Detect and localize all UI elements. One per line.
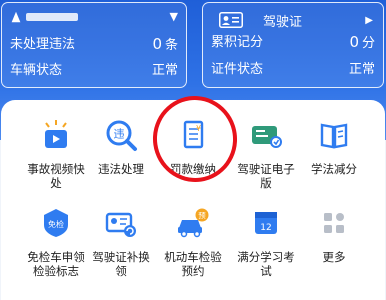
vehicle-status-row: 车辆状态 正常 (10, 61, 178, 81)
vehicle-violations-row[interactable]: 未处理违法 0条 (10, 35, 178, 55)
license-status-value: 正常 (348, 62, 375, 77)
more-grid-icon (324, 213, 344, 233)
service-e-license[interactable]: 驾驶证电子版 (236, 118, 296, 190)
service-accident-video[interactable]: 事故视频快处 (26, 118, 86, 190)
service-label: 学法减分 (311, 162, 357, 176)
car-plate-icon (11, 11, 21, 23)
service-label: 机动车检验预约 (164, 250, 222, 278)
plate-number-masked (26, 13, 78, 21)
camera-alarm-icon (45, 120, 67, 148)
svg-text:违: 违 (114, 128, 125, 141)
service-label: 免检车申领检验标志 (27, 250, 85, 278)
service-license-renewal[interactable]: 驾驶证补换领 (91, 206, 151, 278)
service-vehicle-inspection-booking[interactable]: 预 机动车检验预约 (163, 206, 223, 278)
vehicle-status-label: 车辆状态 (10, 63, 63, 78)
vehicle-inspection-icon: 预 (178, 208, 209, 238)
service-label: 违法处理 (98, 162, 144, 176)
svg-text:预: 预 (198, 210, 206, 220)
service-label: 驾驶证电子版 (237, 162, 295, 190)
violations-value: 0条 (152, 35, 178, 53)
vehicle-status-value: 正常 (151, 63, 178, 78)
svg-text:12: 12 (260, 223, 271, 233)
service-more[interactable]: 更多 (304, 206, 364, 264)
chevron-down-icon[interactable]: ▼ (170, 7, 178, 27)
violation-search-icon: 违 (106, 120, 137, 151)
points-label: 累积记分 (211, 35, 264, 50)
arrow-right-icon[interactable]: ▶ (365, 15, 373, 26)
service-study-points[interactable]: 学法减分 (304, 118, 364, 176)
exempt-badge-icon: 免检 (44, 209, 68, 237)
license-renew-icon (105, 212, 136, 237)
vehicle-plate-row[interactable]: ▼ (10, 7, 178, 27)
plate-block (10, 10, 78, 24)
violations-label: 未处理违法 (10, 37, 76, 52)
service-violation-handling[interactable]: 违 违法处理 (91, 118, 151, 176)
vehicle-card[interactable]: ▼ 未处理违法 0条 车辆状态 正常 (1, 2, 187, 88)
book-icon (320, 123, 348, 149)
svg-text:免检: 免检 (48, 219, 64, 229)
license-status-label: 证件状态 (211, 62, 264, 77)
license-header[interactable]: 驾驶证 ▶ (211, 9, 373, 31)
service-label: 事故视频快处 (27, 162, 85, 190)
e-license-icon (252, 126, 282, 148)
license-title: 驾驶证 (263, 14, 303, 30)
service-label: 更多 (322, 250, 346, 264)
service-full-score-study[interactable]: 12 满分学习考试 (236, 206, 296, 278)
license-card-icon (219, 12, 243, 28)
service-exempt-inspection[interactable]: 免检 免检车申领检验标志 (26, 206, 86, 278)
service-label: 满分学习考试 (237, 250, 295, 278)
license-card[interactable]: 驾驶证 ▶ 累积记分 0分 证件状态 正常 (202, 2, 384, 88)
license-status-row: 证件状态 正常 (211, 60, 375, 80)
license-points-row: 累积记分 0分 (211, 33, 375, 53)
service-label: 驾驶证补换领 (92, 250, 150, 278)
points-value: 0分 (349, 33, 375, 51)
calendar-12-icon: 12 (255, 212, 277, 234)
